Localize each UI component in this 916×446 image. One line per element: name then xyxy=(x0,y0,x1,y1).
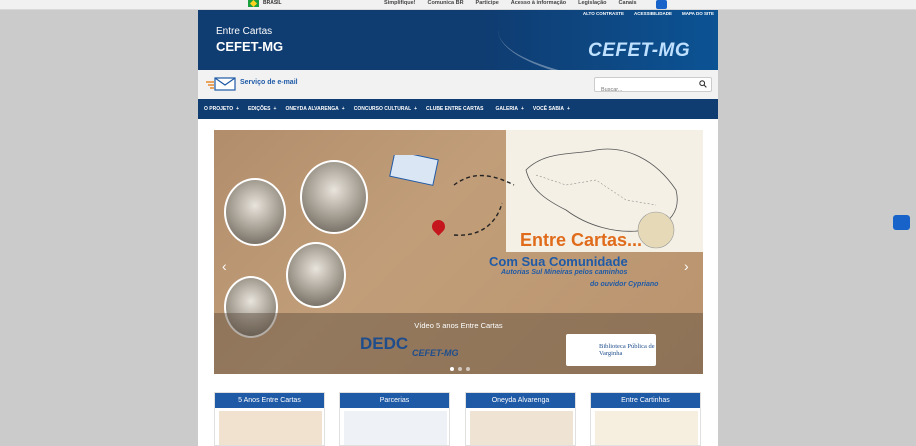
portrait-photo xyxy=(224,178,286,246)
site-title-line1[interactable]: Entre Cartas xyxy=(216,26,272,37)
carousel-dot[interactable] xyxy=(466,367,470,371)
card-oneyda[interactable]: Oneyda Alvarenga xyxy=(465,392,576,446)
cefet-small-logo: CEFET-MG xyxy=(412,348,459,358)
nav-item-voce-sabia[interactable]: VOCÊ SABIA + xyxy=(533,106,570,112)
card-thumbnail[interactable] xyxy=(595,411,698,445)
slide-caption[interactable]: Vídeo 5 anos Entre Cartas xyxy=(214,321,703,330)
gov-link-canais[interactable]: Canais xyxy=(619,0,637,6)
carousel-dot[interactable] xyxy=(450,367,454,371)
nav-item-edicoes[interactable]: EDIÇÕES + xyxy=(248,106,276,112)
site-container: ALTO CONTRASTE ACESSIBILIDADE MAPA DO SI… xyxy=(198,10,718,446)
card-title[interactable]: 5 Anos Entre Cartas xyxy=(215,393,324,408)
nav-item-galeria[interactable]: GALERIA + xyxy=(495,106,523,112)
card-thumbnail[interactable] xyxy=(219,411,322,445)
banner-line1: Autorias Sul Mineiras pelos caminhos xyxy=(501,269,628,276)
service-bar: Serviço de e-mail xyxy=(198,70,718,99)
card-5-anos[interactable]: 5 Anos Entre Cartas xyxy=(214,392,325,446)
site-header: ALTO CONTRASTE ACESSIBILIDADE MAPA DO SI… xyxy=(198,10,718,70)
nav-item-clube[interactable]: CLUBE ENTRE CARTAS xyxy=(426,106,486,112)
gov-link-participe[interactable]: Participe xyxy=(476,0,499,6)
banner-title: Entre Cartas... xyxy=(520,230,643,250)
dedc-logo: DEDC xyxy=(360,334,409,353)
card-title[interactable]: Oneyda Alvarenga xyxy=(466,393,575,408)
search-icon[interactable] xyxy=(699,80,707,88)
vlibras-widget-icon[interactable] xyxy=(893,215,910,230)
carousel-dot[interactable] xyxy=(458,367,462,371)
gov-link-legislacao[interactable]: Legislação xyxy=(578,0,606,6)
card-title[interactable]: Parcerias xyxy=(340,393,449,408)
mapa-do-site-link[interactable]: MAPA DO SITE xyxy=(682,11,714,16)
envelope-icon[interactable] xyxy=(206,76,236,92)
nav-item-o-projeto[interactable]: O PROJETO + xyxy=(204,106,239,112)
nav-expand-icon: + xyxy=(273,106,277,112)
search-input[interactable] xyxy=(595,83,691,97)
nav-expand-icon: + xyxy=(567,106,570,112)
card-title[interactable]: Entre Cartinhas xyxy=(591,393,700,408)
nav-expand-icon: + xyxy=(236,106,240,112)
hero-carousel[interactable]: Entre Cartas... Com Sua Comunidade Autor… xyxy=(214,130,703,374)
nav-expand-icon: + xyxy=(414,106,418,112)
carousel-next-icon[interactable]: › xyxy=(684,258,689,274)
banner-subtitle: Com Sua Comunidade xyxy=(489,254,628,269)
search-box xyxy=(594,77,712,97)
card-thumbnail[interactable] xyxy=(344,411,447,445)
accessibility-links: ALTO CONTRASTE ACESSIBILIDADE MAPA DO SI… xyxy=(583,11,714,16)
feature-cards: 5 Anos Entre Cartas Parcerias Oneyda Alv… xyxy=(214,392,703,446)
main-nav: O PROJETO + EDIÇÕES + ONEYDA ALVARENGA + CO… xyxy=(198,99,718,119)
nav-expand-icon: + xyxy=(520,106,524,112)
nav-expand-icon: + xyxy=(341,106,345,112)
nav-item-concurso[interactable]: CONCURSO CULTURAL + xyxy=(354,106,417,112)
portrait-photo xyxy=(300,160,368,234)
acessibilidade-link[interactable]: ACESSIBILIDADE xyxy=(634,11,672,16)
nav-item-oneyda[interactable]: ONEYDA ALVARENGA + xyxy=(285,106,344,112)
cefet-logo[interactable]: CEFET-MG xyxy=(588,40,690,62)
gov-link-simplifique[interactable]: Simplifique! xyxy=(384,0,415,6)
brazil-flag-icon[interactable] xyxy=(248,0,259,7)
card-parcerias[interactable]: Parcerias xyxy=(339,392,450,446)
carousel-dots xyxy=(450,367,470,371)
banner-line2: do ouvidor Cypriano xyxy=(590,281,659,288)
carousel-prev-icon[interactable]: ‹ xyxy=(222,258,227,274)
card-thumbnail[interactable] xyxy=(470,411,573,445)
brasil-label[interactable]: BRASIL xyxy=(263,0,282,6)
letter-path-icon xyxy=(389,155,515,236)
gov-link-acesso[interactable]: Acesso à informação xyxy=(511,0,566,6)
biblioteca-label: Biblioteca Pública de Varginha xyxy=(599,343,655,357)
gov-link-comunica[interactable]: Comunica BR xyxy=(427,0,463,6)
gov-bar: BRASIL Simplifique! Comunica BR Particip… xyxy=(0,0,916,10)
alto-contraste-link[interactable]: ALTO CONTRASTE xyxy=(583,11,624,16)
card-entre-cartinhas[interactable]: Entre Cartinhas xyxy=(590,392,701,446)
email-service-link[interactable]: Serviço de e-mail xyxy=(240,79,298,86)
site-title-line2[interactable]: CEFET-MG xyxy=(216,39,283,54)
portrait-photo xyxy=(286,242,346,308)
gov-links: Simplifique! Comunica BR Participe Acess… xyxy=(384,0,637,6)
vlibras-icon[interactable] xyxy=(656,0,667,9)
